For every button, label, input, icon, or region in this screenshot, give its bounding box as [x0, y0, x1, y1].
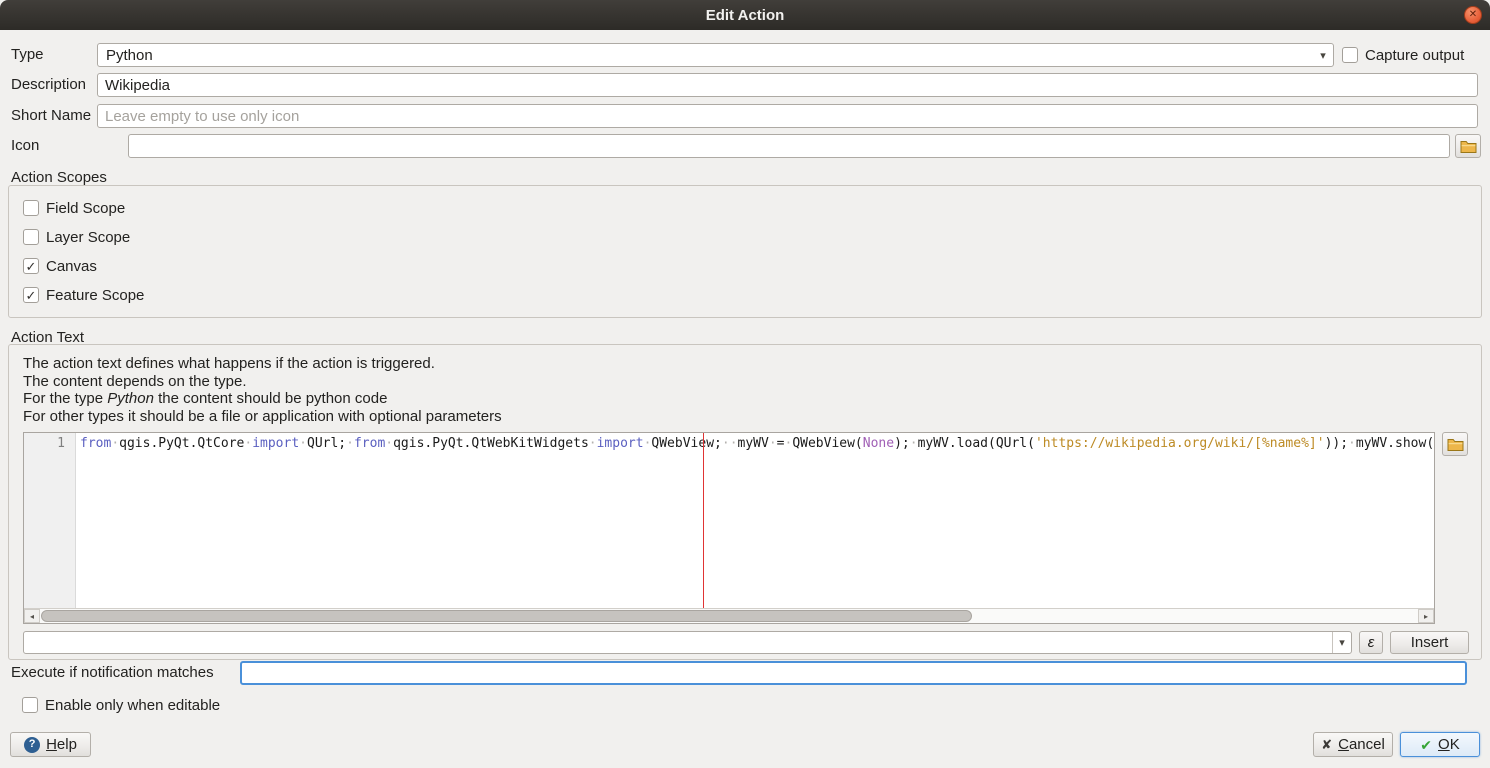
chevron-down-icon[interactable]: ▾: [1332, 632, 1351, 653]
code-area[interactable]: from·qgis.PyQt.QtCore·import·QUrl;·from·…: [77, 433, 1434, 608]
help-line: For the type Python the content should b…: [23, 390, 502, 408]
scope-checkbox-row[interactable]: Field Scope: [23, 199, 144, 217]
chevron-down-icon[interactable]: ▾: [1313, 44, 1333, 66]
code-file-browse-button[interactable]: [1442, 432, 1468, 456]
notification-label: Execute if notification matches: [11, 661, 214, 685]
description-input[interactable]: [97, 73, 1478, 97]
type-value: Python: [98, 47, 1313, 64]
code-token: import: [252, 436, 299, 451]
insert-button[interactable]: Insert: [1390, 631, 1469, 654]
code-editor[interactable]: 1 from·qgis.PyQt.QtCore·import·QUrl;·fro…: [23, 432, 1435, 624]
help-line: The action text defines what happens if …: [23, 355, 502, 373]
notification-input[interactable]: [240, 661, 1467, 685]
action-scopes-list: Field Scope Layer Scope ✓ Canvas ✓ Feature Sc…: [23, 199, 144, 304]
line-number-gutter: 1: [24, 433, 76, 608]
scope-label: Layer Scope: [46, 229, 130, 246]
help-button[interactable]: ? Help: [10, 732, 91, 757]
ok-button[interactable]: ✔ OK: [1400, 732, 1480, 757]
capture-output-checkbox[interactable]: Capture output: [1342, 46, 1464, 64]
help-line-segment: the content should be python code: [154, 390, 388, 407]
type-label: Type: [11, 43, 44, 67]
checkbox-icon[interactable]: [22, 697, 38, 713]
help-line-segment: For the type: [23, 390, 107, 407]
insert-button-label: Insert: [1411, 634, 1449, 651]
action-text-help: The action text defines what happens if …: [23, 355, 502, 425]
code-token: ·QWebView;··myWV·=·QWebView(: [644, 436, 863, 451]
enable-editable-checkbox[interactable]: Enable only when editable: [22, 696, 220, 714]
code-token: ·QUrl;·: [299, 436, 354, 451]
checkbox-icon[interactable]: [23, 229, 39, 245]
code-token: from: [354, 436, 385, 451]
checkbox-icon[interactable]: [1342, 47, 1358, 63]
ok-button-label: OK: [1438, 736, 1460, 753]
action-text-groupbox: The action text defines what happens if …: [8, 344, 1482, 660]
action-scopes-groupbox: Field Scope Layer Scope ✓ Canvas ✓ Feature Sc…: [8, 185, 1482, 318]
scrollbar-thumb[interactable]: [41, 610, 972, 622]
code-token: ·qgis.PyQt.QtCore·: [111, 436, 252, 451]
description-label: Description: [11, 73, 86, 97]
short-name-label: Short Name: [11, 104, 91, 128]
close-button[interactable]: ✕: [1464, 6, 1482, 24]
help-icon: ?: [24, 737, 40, 753]
edit-action-dialog: Edit Action ✕ Type Python ▾ Capture outp…: [0, 0, 1490, 768]
epsilon-icon: ε: [1368, 634, 1375, 651]
help-line: For other types it should be a file or a…: [23, 408, 502, 426]
titlebar[interactable]: Edit Action ✕: [0, 0, 1490, 30]
scroll-left-arrow[interactable]: ◂: [24, 609, 40, 623]
code-token: ·qgis.PyQt.QtWebKitWidgets·: [385, 436, 596, 451]
cancel-button-label: Cancel: [1338, 736, 1385, 753]
scope-label: Field Scope: [46, 200, 125, 217]
icon-browse-button[interactable]: [1455, 134, 1481, 158]
folder-icon: [1460, 139, 1477, 153]
code-token: );·myWV.load(QUrl(: [894, 436, 1035, 451]
scope-checkbox-row[interactable]: Layer Scope: [23, 228, 144, 246]
window-title: Edit Action: [706, 7, 785, 24]
code-token: ));·myWV.show(): [1325, 436, 1434, 451]
cancel-button[interactable]: ✘ Cancel: [1313, 732, 1393, 757]
code-token: from: [80, 436, 111, 451]
expression-builder-button[interactable]: ε: [1359, 631, 1383, 654]
scope-label: Canvas: [46, 258, 97, 275]
variable-combobox[interactable]: ▾: [23, 631, 1352, 654]
scope-checkbox-row[interactable]: ✓ Feature Scope: [23, 286, 144, 304]
icon-label: Icon: [11, 134, 39, 158]
close-icon: ✕: [1469, 10, 1477, 20]
code-token: 'https://wikipedia.org/wiki/[%name%]': [1035, 436, 1325, 451]
enable-editable-label: Enable only when editable: [45, 697, 220, 714]
cancel-icon: ✘: [1321, 738, 1332, 751]
code-token: import: [597, 436, 644, 451]
folder-icon: [1447, 437, 1464, 451]
help-line-italic: Python: [107, 390, 154, 407]
horizontal-scrollbar[interactable]: ◂ ▸: [24, 608, 1434, 623]
code-token: None: [863, 436, 894, 451]
line-number: 1: [24, 436, 65, 451]
check-icon: ✔: [1420, 738, 1432, 752]
checkbox-icon[interactable]: ✓: [23, 287, 39, 303]
type-combobox[interactable]: Python ▾: [97, 43, 1334, 67]
help-line: The content depends on the type.: [23, 373, 502, 391]
checkbox-icon[interactable]: [23, 200, 39, 216]
icon-path-input[interactable]: [128, 134, 1450, 158]
short-name-input[interactable]: [97, 104, 1478, 128]
edge-column-marker: [703, 433, 704, 608]
checkbox-icon[interactable]: ✓: [23, 258, 39, 274]
scope-label: Feature Scope: [46, 287, 144, 304]
scope-checkbox-row[interactable]: ✓ Canvas: [23, 257, 144, 275]
scroll-right-arrow[interactable]: ▸: [1418, 609, 1434, 623]
help-button-label: Help: [46, 736, 77, 753]
code-line-content: from·qgis.PyQt.QtCore·import·QUrl;·from·…: [77, 433, 1434, 451]
capture-output-label: Capture output: [1365, 47, 1464, 64]
